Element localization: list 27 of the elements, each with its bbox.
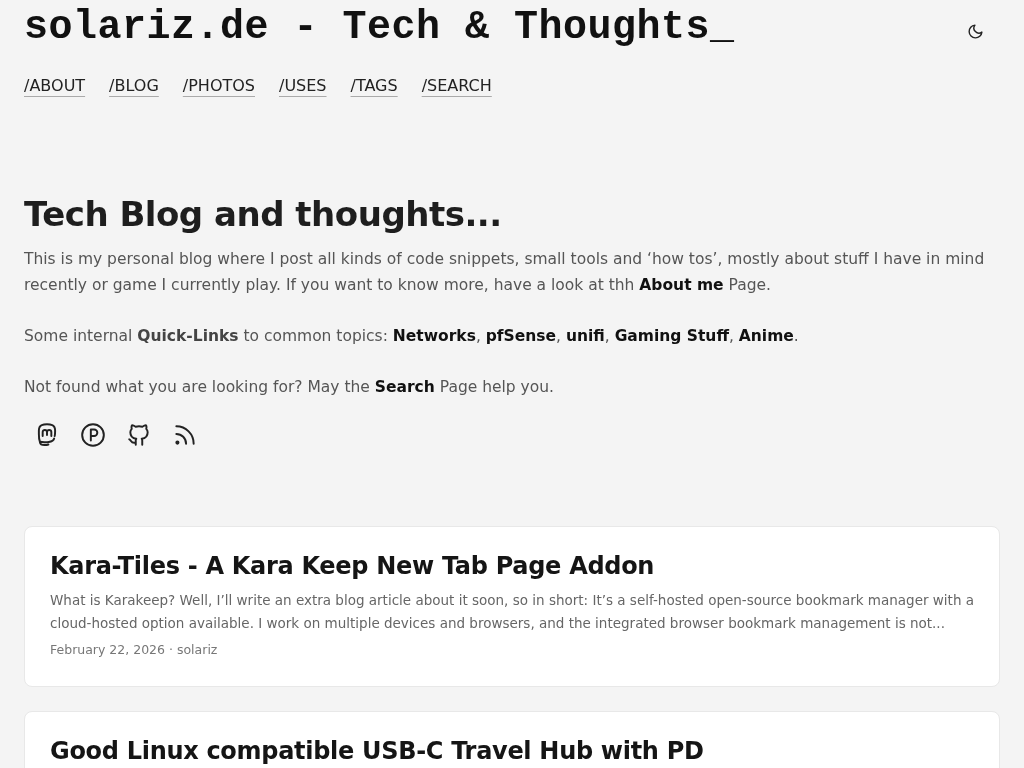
rss-icon[interactable] <box>172 422 198 448</box>
nav-link[interactable]: /USES <box>279 74 327 98</box>
post-card[interactable]: Good Linux compatible USB-C Travel Hub with PD <box>24 710 1000 768</box>
nav-link[interactable]: /PHOTOS <box>182 74 255 98</box>
text-link[interactable]: About me <box>639 276 724 294</box>
intro-paragraph: Some internal Quick-Links to common topics: Networks, pfSense, unifi, Gaming Stuff, Anime. <box>24 326 800 347</box>
p-in-circle-icon[interactable] <box>80 422 106 448</box>
post-title[interactable]: Good Linux compatible USB-C Travel Hub with PD <box>50 735 974 766</box>
text-link[interactable]: unifi <box>565 327 605 345</box>
intro-paragraph: Not found what you are looking for? May the Search Page help you. <box>24 377 556 398</box>
text-link[interactable]: Search <box>374 378 435 396</box>
nav-link[interactable]: /TAGS <box>350 74 398 98</box>
post-title[interactable]: Kara-Tiles - A Kara Keep New Tab Page Addon <box>50 551 974 581</box>
text-link[interactable]: Gaming Stuff <box>614 327 729 345</box>
page-heading: Tech Blog and thoughts... <box>24 194 503 234</box>
intro-paragraph: This is my personal blog where I post all kinds of code snippets, small tools and ‘how tos’, mostly about stuff I have in mind recently or game I currently play. If you want to know more, have a look at thh About me Page. <box>24 249 986 296</box>
text-link[interactable]: pfSense <box>485 327 557 345</box>
text-link[interactable]: Anime <box>738 327 794 345</box>
nav-link[interactable]: /BLOG <box>109 74 159 98</box>
github-icon[interactable] <box>126 422 152 448</box>
moon-icon[interactable] <box>967 23 984 40</box>
post-excerpt: What is Karakeep? Well, I’ll write an extra blog article about it soon, so in short: It’s a self-hosted open-source bookmark manager with a cloud-hosted option available. I work on multiple devices and browsers, and the integrated browser bookmark management is not... <box>50 591 974 633</box>
nav-link[interactable]: /SEARCH <box>421 74 492 98</box>
nav-link[interactable]: /ABOUT <box>24 74 86 98</box>
post-meta: February 22, 2026 · solariz <box>50 641 219 659</box>
site-title[interactable]: solariz.de - Tech & Thoughts_ <box>24 8 735 48</box>
text-link[interactable]: Networks <box>392 327 476 345</box>
